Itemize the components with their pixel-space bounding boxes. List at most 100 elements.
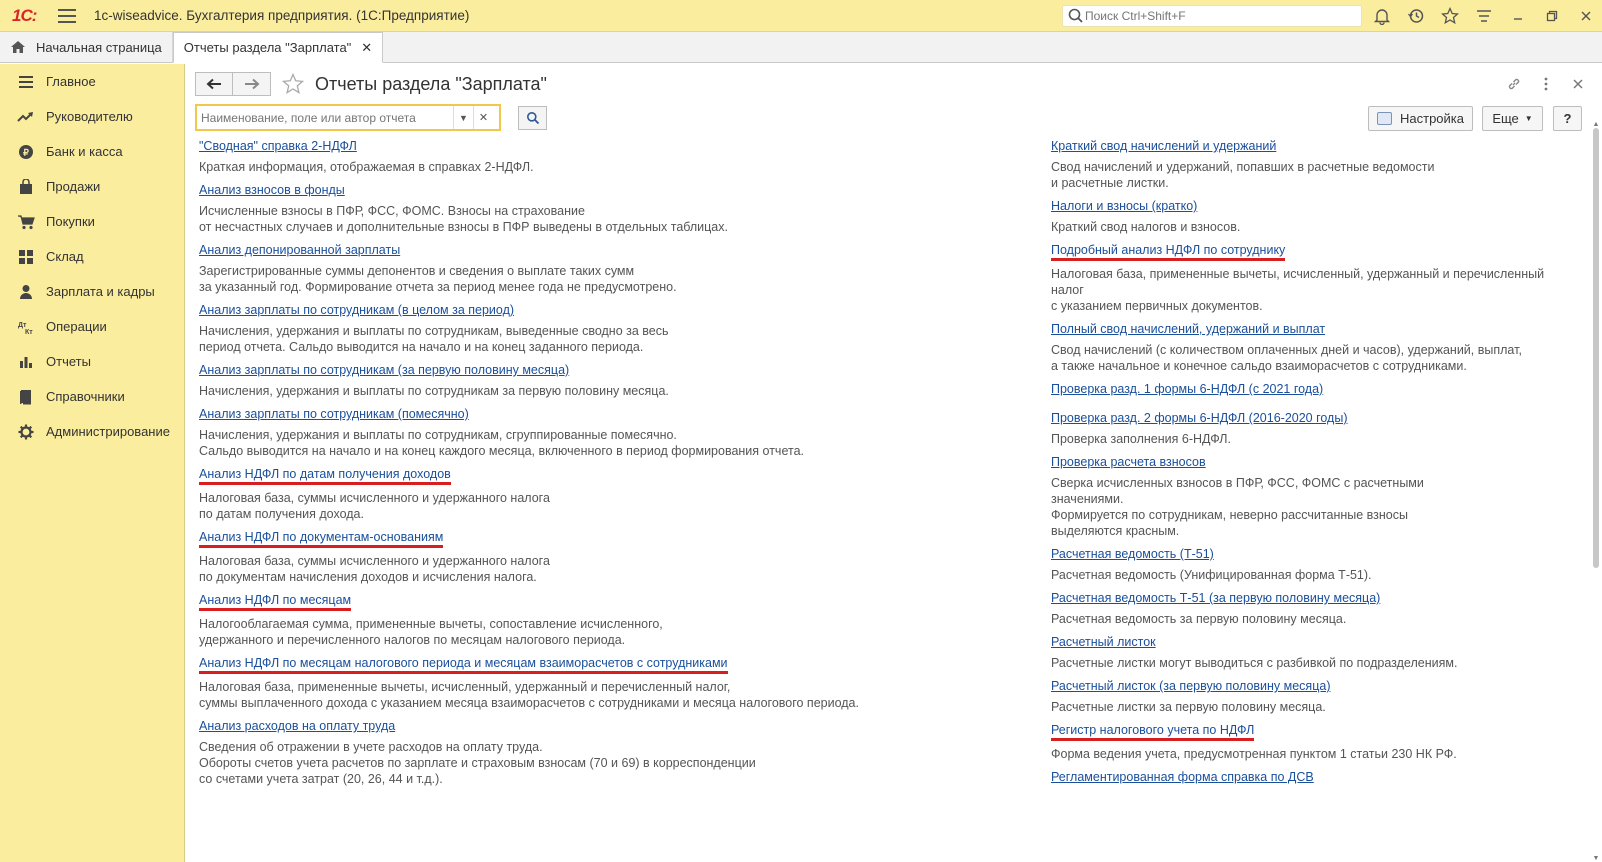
1c-logo[interactable]: 1С: bbox=[12, 6, 44, 26]
sidebar-item-main[interactable]: Главное bbox=[0, 64, 184, 99]
sidebar-item-administration[interactable]: Администрирование bbox=[0, 414, 184, 449]
sidebar-item-warehouse[interactable]: Склад bbox=[0, 239, 184, 274]
sidebar-item-label: Продажи bbox=[46, 179, 101, 194]
global-search[interactable] bbox=[1062, 5, 1362, 27]
sidebar-item-reports[interactable]: Отчеты bbox=[0, 344, 184, 379]
trend-icon bbox=[17, 108, 35, 126]
sidebar-item-directories[interactable]: Справочники bbox=[0, 379, 184, 414]
functions-menu-icon[interactable] bbox=[1472, 4, 1496, 28]
report-description-line: Начисления, удержания и выплаты по сотру… bbox=[199, 324, 669, 338]
reports-column-right: Краткий свод начислений и удержаний Свод … bbox=[1051, 138, 1571, 798]
cart-icon bbox=[17, 213, 35, 231]
main-menu-icon[interactable] bbox=[58, 8, 76, 23]
global-search-input[interactable] bbox=[1085, 9, 1345, 23]
report-entry: Расчетная ведомость Т-51 (за первую поло… bbox=[1051, 590, 1571, 627]
report-description-line: Свод начислений и удержаний, попавших в … bbox=[1051, 160, 1435, 174]
scrollbar-thumb[interactable] bbox=[1593, 128, 1599, 568]
minimize-icon[interactable] bbox=[1506, 4, 1530, 28]
chevron-down-icon[interactable]: ▼ bbox=[453, 106, 473, 129]
close-window-icon[interactable] bbox=[1574, 4, 1598, 28]
settings-icon bbox=[1377, 112, 1392, 125]
report-description: Краткий свод налогов и взносов. bbox=[1051, 219, 1571, 235]
report-entry: Расчетный листок Расчетные листки могут в… bbox=[1051, 634, 1571, 671]
close-form-icon[interactable] bbox=[1568, 74, 1588, 94]
link-icon[interactable] bbox=[1504, 74, 1524, 94]
search-icon bbox=[1068, 8, 1083, 23]
report-filter-input[interactable] bbox=[197, 110, 453, 125]
report-link[interactable]: Расчетный листок (за первую половину мес… bbox=[1051, 678, 1330, 694]
report-link[interactable]: Проверка разд. 2 формы 6-НДФЛ (2016-2020… bbox=[1051, 410, 1348, 426]
report-link[interactable]: Анализ депонированной зарплаты bbox=[199, 242, 400, 258]
report-description-line: по документам начисления доходов и исчис… bbox=[199, 570, 537, 584]
list-icon bbox=[17, 73, 35, 91]
report-link[interactable]: Расчетная ведомость (Т-51) bbox=[1051, 546, 1214, 562]
forward-button[interactable] bbox=[233, 72, 271, 96]
bar-chart-icon bbox=[17, 353, 35, 371]
tab-salary-reports[interactable]: Отчеты раздела "Зарплата" ✕ bbox=[172, 32, 384, 63]
more-actions-icon[interactable] bbox=[1536, 74, 1556, 94]
close-tab-icon[interactable]: ✕ bbox=[361, 40, 372, 56]
report-link[interactable]: Налоги и взносы (кратко) bbox=[1051, 198, 1197, 214]
help-button-label: ? bbox=[1563, 111, 1572, 126]
more-button[interactable]: Еще ▼ bbox=[1482, 106, 1543, 131]
settings-button[interactable]: Настройка bbox=[1368, 106, 1473, 131]
report-link[interactable]: Проверка расчета взносов bbox=[1051, 454, 1206, 470]
tab-home[interactable]: Начальная страница bbox=[0, 32, 173, 62]
report-filter[interactable]: ▼ ✕ bbox=[195, 104, 501, 131]
sidebar-item-sales[interactable]: Продажи bbox=[0, 169, 184, 204]
history-icon[interactable] bbox=[1404, 4, 1428, 28]
report-entry: Анализ взносов в фонды Исчисленные взносы… bbox=[199, 182, 1019, 235]
find-button[interactable] bbox=[518, 106, 547, 130]
report-link[interactable]: Краткий свод начислений и удержаний bbox=[1051, 138, 1276, 154]
report-link[interactable]: Расчетная ведомость Т-51 (за первую поло… bbox=[1051, 590, 1380, 606]
report-entry: Проверка разд. 1 формы 6-НДФЛ (с 2021 го… bbox=[1051, 381, 1571, 397]
report-link[interactable]: Анализ зарплаты по сотрудникам (помесячн… bbox=[199, 406, 469, 422]
report-description-line: за указанный год. Формирование отчета за… bbox=[199, 280, 677, 294]
sidebar-item-director[interactable]: Руководителю bbox=[0, 99, 184, 134]
report-link[interactable]: Полный свод начислений, удержаний и выпл… bbox=[1051, 321, 1325, 337]
svg-text:₽: ₽ bbox=[23, 147, 29, 157]
sidebar-item-salary-hr[interactable]: Зарплата и кадры bbox=[0, 274, 184, 309]
report-link[interactable]: Анализ НДФЛ по месяцам bbox=[199, 593, 352, 611]
tab-bar: Начальная страница Отчеты раздела "Зарпл… bbox=[0, 32, 1602, 63]
report-link[interactable]: Проверка разд. 1 формы 6-НДФЛ (с 2021 го… bbox=[1051, 381, 1323, 397]
vertical-scrollbar[interactable]: ▲ ▼ bbox=[1592, 121, 1600, 862]
help-button[interactable]: ? bbox=[1553, 106, 1582, 131]
scroll-down-arrow-icon[interactable]: ▼ bbox=[1592, 855, 1600, 862]
report-description: Зарегистрированные суммы депонентов и св… bbox=[199, 263, 1019, 295]
report-description-line: Свод начислений (с количеством оплаченны… bbox=[1051, 343, 1522, 357]
sidebar-item-purchases[interactable]: Покупки bbox=[0, 204, 184, 239]
report-entry: Регистр налогового учета по НДФЛ Форма ве… bbox=[1051, 722, 1571, 762]
bell-icon[interactable] bbox=[1370, 4, 1394, 28]
restore-icon[interactable] bbox=[1540, 4, 1564, 28]
report-link[interactable]: Анализ НДФЛ по документам-основаниям bbox=[199, 530, 444, 548]
add-to-favorites-star-icon[interactable] bbox=[281, 72, 305, 96]
report-link[interactable]: Анализ зарплаты по сотрудникам (за перву… bbox=[199, 362, 569, 378]
report-link[interactable]: Анализ НДФЛ по месяцам налогового период… bbox=[199, 656, 728, 674]
report-entry: Анализ НДФЛ по месяцам Налогооблагаемая с… bbox=[199, 592, 1019, 648]
report-description: Форма ведения учета, предусмотренная пун… bbox=[1051, 746, 1571, 762]
report-link[interactable]: Анализ зарплаты по сотрудникам (в целом … bbox=[199, 302, 514, 318]
report-link[interactable]: Расчетный листок bbox=[1051, 634, 1156, 650]
report-link[interactable]: Анализ НДФЛ по датам получения доходов bbox=[199, 467, 451, 485]
arrow-left-icon bbox=[206, 78, 221, 90]
report-entry: Регламентированная форма справка по ДСВ bbox=[1051, 769, 1571, 785]
report-link[interactable]: Регистр налогового учета по НДФЛ bbox=[1051, 723, 1255, 741]
sidebar-item-bank[interactable]: ₽ Банк и касса bbox=[0, 134, 184, 169]
report-description: Налоговая база, примененные вычеты, исчи… bbox=[199, 679, 1019, 711]
report-description-line: Сверка исчисленных взносов в ПФР, ФСС, Ф… bbox=[1051, 476, 1424, 490]
back-button[interactable] bbox=[195, 72, 233, 96]
report-description: Налоговая база, примененные вычеты, исчи… bbox=[1051, 266, 1571, 314]
sidebar-item-label: Операции bbox=[46, 319, 107, 334]
sidebar-item-operations[interactable]: Дт Кт Операции bbox=[0, 309, 184, 344]
clear-filter-icon[interactable]: ✕ bbox=[473, 106, 493, 129]
report-link[interactable]: Подробный анализ НДФЛ по сотруднику bbox=[1051, 243, 1286, 261]
report-link[interactable]: Регламентированная форма справка по ДСВ bbox=[1051, 769, 1314, 785]
main-panel: Отчеты раздела "Зарплата" ▼ ✕ Настройка … bbox=[185, 64, 1602, 862]
report-link[interactable]: "Сводная" справка 2-НДФЛ bbox=[199, 138, 357, 154]
report-link[interactable]: Анализ расходов на оплату труда bbox=[199, 718, 395, 734]
report-description: Расчетная ведомость за первую половину м… bbox=[1051, 611, 1571, 627]
favorites-star-icon[interactable] bbox=[1438, 4, 1462, 28]
report-link[interactable]: Анализ взносов в фонды bbox=[199, 182, 345, 198]
report-description: Расчетная ведомость (Унифицированная фор… bbox=[1051, 567, 1571, 583]
